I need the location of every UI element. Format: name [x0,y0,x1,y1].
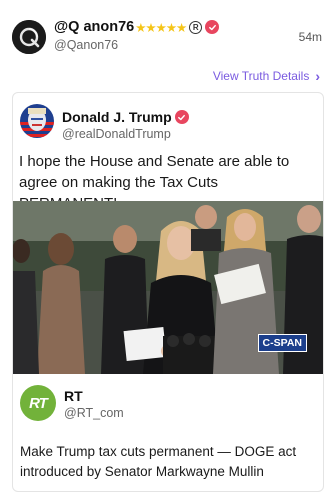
verified-badge-icon [174,110,189,124]
verified-badge-icon [205,20,220,34]
quoted-avatar[interactable] [20,104,54,138]
stars-icon: ★★★★★ [135,20,187,35]
rt-avatar[interactable]: RT [20,385,56,421]
truth-post: @Q anon76 ★★★★★ R @Qanon76 54m View Trut… [0,0,336,500]
quoted-display-name[interactable]: Donald J. Trump [62,109,172,125]
display-name[interactable]: @Q anon76 [54,19,134,35]
quoted-post-card[interactable]: Donald J. Trump @realDonaldTrump I hope … [12,92,324,492]
view-truth-details-link[interactable]: View Truth Details › [213,68,320,84]
flag-portrait-icon [20,104,54,138]
embedded-display-name[interactable]: RT [64,388,83,404]
cspan-badge: C-SPAN [257,334,307,352]
chevron-right-icon: › [315,68,320,84]
q-logo-icon [12,20,46,54]
display-name-line[interactable]: @Q anon76 ★★★★★ R [54,19,220,35]
registered-icon: R [189,20,203,34]
quoted-display-name-line[interactable]: Donald J. Trump [62,109,189,125]
avatar[interactable] [12,20,46,54]
embedded-post-text: Make Trump tax cuts permanent — DOGE act… [20,444,297,479]
embedded-handle[interactable]: @RT_com [64,406,124,420]
view-truth-details-label[interactable]: View Truth Details [213,69,310,83]
post-header: @Q anon76 ★★★★★ R @Qanon76 54m [12,18,324,58]
video-thumbnail[interactable]: C-SPAN [13,201,323,374]
rt-logo-icon: RT [29,394,48,412]
user-handle[interactable]: @Qanon76 [54,38,118,52]
post-time: 54m [298,30,322,44]
quoted-handle[interactable]: @realDonaldTrump [62,127,171,141]
